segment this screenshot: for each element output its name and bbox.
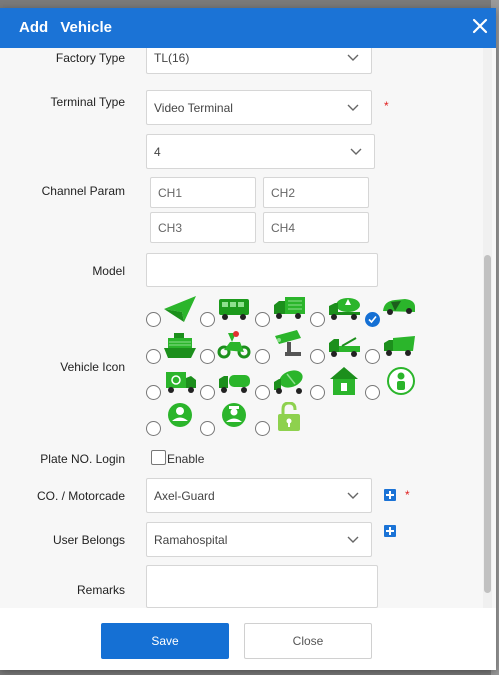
required-marker: * [405,488,410,502]
radio-button[interactable] [255,385,270,400]
radio-button[interactable] [365,349,380,364]
add-vehicle-dialog: Add Vehicle Factory Type TL(16) Terminal… [0,8,496,670]
house-icon [330,367,358,395]
icon-option-police[interactable] [200,402,257,438]
radio-button[interactable] [310,312,325,327]
water-truck-icon [219,375,250,393]
chevron-down-icon [347,54,359,61]
radio-button[interactable] [310,349,325,364]
icon-option-camera[interactable] [255,330,312,366]
scrollbar[interactable] [483,48,492,608]
close-button[interactable]: Close [244,623,372,659]
radio-button[interactable] [146,421,161,436]
radio-button[interactable] [255,349,270,364]
radio-button[interactable] [146,349,161,364]
remarks-input[interactable] [146,565,378,608]
icon-option-scooter[interactable] [200,330,257,366]
icon-option-water-truck[interactable] [200,366,257,402]
tow-truck-icon [329,337,360,357]
check-icon [368,315,377,324]
enable-label: Enable [167,452,205,466]
channel-3-input[interactable]: CH3 [150,212,256,243]
enable-checkbox[interactable] [151,450,166,465]
terminal-type-label: Terminal Type [50,95,125,109]
person-circle-icon [168,403,192,427]
channel-2-input[interactable]: CH2 [263,177,369,208]
icon-option-arrow[interactable] [146,293,203,329]
arrow-icon [164,296,196,322]
dialog-footer: Save Close [0,608,496,670]
icon-option-truck[interactable] [255,293,312,329]
radio-button[interactable] [200,312,215,327]
dialog-title: Add Vehicle [19,19,113,36]
icon-option-car[interactable] [365,293,422,329]
factory-type-select[interactable]: TL(16) [146,48,372,74]
dialog-header: Add Vehicle [0,8,496,48]
channel-count-select[interactable]: 4 [146,134,375,169]
icon-option-lock[interactable] [255,402,312,438]
chevron-down-icon [350,148,362,155]
icon-option-person[interactable] [365,366,422,402]
mixer-truck-icon [274,370,303,394]
truck-icon [274,297,305,319]
channel-param-label: Channel Param [41,184,125,198]
tanker-icon [329,298,360,320]
radio-button[interactable] [255,312,270,327]
icon-option-tanker[interactable] [310,293,367,329]
add-user-button[interactable] [384,525,396,537]
bus-icon [219,299,249,320]
radio-button[interactable] [200,421,215,436]
add-company-button[interactable] [384,489,396,501]
scrollbar-thumb[interactable] [484,255,491,593]
terminal-type-select[interactable]: Video Terminal [146,90,372,125]
user-belongs-label: User Belongs [52,533,125,547]
icon-option-bus[interactable] [200,293,257,329]
radio-button[interactable] [255,421,270,436]
icon-option-house[interactable] [310,366,367,402]
icon-option-recycle-truck[interactable] [146,366,203,402]
recycle-truck-icon [166,372,196,393]
plate-login-label: Plate NO. Login [40,452,125,466]
channel-1-input[interactable]: CH1 [150,177,256,208]
person-icon [387,367,415,395]
user-belongs-select[interactable]: Ramahospital [146,522,372,557]
icon-option-garbage-truck[interactable] [365,330,422,366]
chevron-down-icon [347,104,359,111]
lock-icon [278,402,300,431]
remarks-label: Remarks [76,583,125,597]
garbage-truck-icon [384,336,415,356]
required-marker: * [384,99,389,113]
scooter-icon [217,331,251,359]
icon-option-ship[interactable] [146,330,203,366]
ship-icon [164,333,196,358]
radio-button[interactable] [365,385,380,400]
company-label: CO. / Motorcade [36,489,125,503]
radio-button[interactable] [200,349,215,364]
police-icon [222,403,246,427]
icon-option-person-circle[interactable] [146,402,203,438]
model-input[interactable] [146,253,378,287]
channel-4-input[interactable]: CH4 [263,212,369,243]
chevron-down-icon [347,492,359,499]
radio-button[interactable] [200,385,215,400]
radio-button[interactable] [310,385,325,400]
camera-icon [275,330,301,356]
company-select[interactable]: Axel-Guard [146,478,372,513]
radio-button[interactable] [146,385,161,400]
car-icon [383,299,415,315]
dialog-body: Factory Type TL(16) Terminal Type Video … [0,48,496,608]
radio-button[interactable] [146,312,161,327]
icon-option-mixer-truck[interactable] [255,366,312,402]
vehicle-icon-label: Vehicle Icon [60,360,125,374]
icon-option-tow-truck[interactable] [310,330,367,366]
close-icon[interactable] [470,16,490,36]
save-button[interactable]: Save [101,623,229,659]
factory-type-label: Factory Type [55,51,125,65]
model-label: Model [92,264,125,278]
chevron-down-icon [347,536,359,543]
